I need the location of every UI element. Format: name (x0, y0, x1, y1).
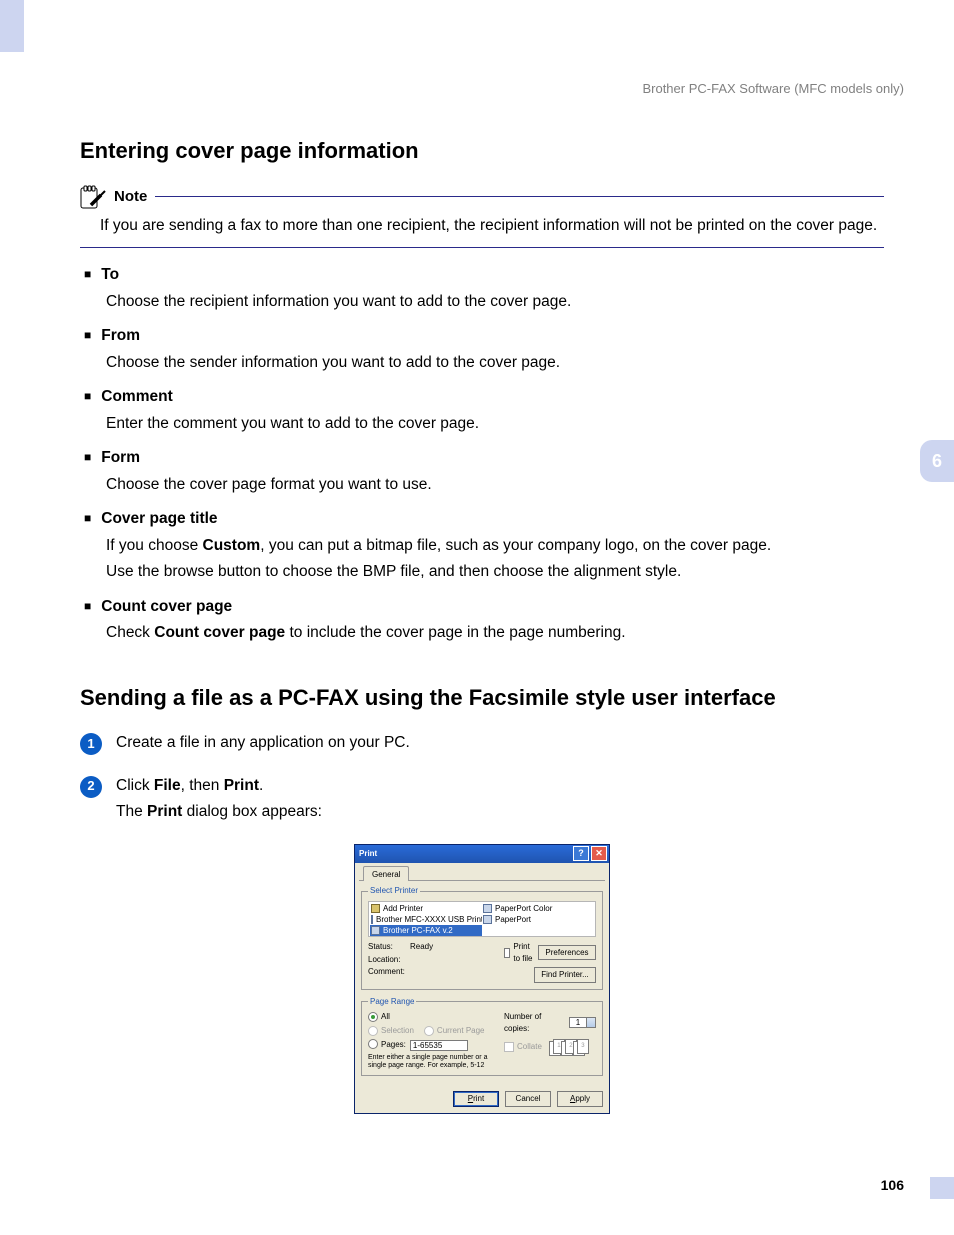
page-content: Entering cover page information Note If … (80, 0, 884, 1114)
find-printer-button[interactable]: Find Printer... (534, 967, 596, 983)
printer-brother-pcfax[interactable]: Brother PC-FAX v.2 (370, 925, 482, 936)
apply-button[interactable]: Apply (557, 1091, 603, 1107)
item-form: ■Form Choose the cover page format you w… (84, 447, 884, 508)
print-button-rest: rint (473, 1094, 484, 1103)
page-header: Brother PC-FAX Software (MFC models only… (642, 80, 904, 99)
item-to: ■To Choose the recipient information you… (84, 264, 884, 325)
pages-input[interactable]: 1-65535 (410, 1040, 468, 1051)
print-to-file-checkbox[interactable]: Print to file (504, 941, 534, 964)
dialog-title: Print (359, 848, 377, 860)
radio-current-page: Current Page (424, 1025, 485, 1037)
select-printer-legend: Select Printer (368, 885, 420, 897)
dialog-screenshot: Print ? ✕ General Select Printer Add Pri… (80, 844, 884, 1114)
bullet-icon: ■ (84, 600, 91, 612)
item-comment: ■Comment Enter the comment you want to a… (84, 386, 884, 447)
pages-hint: Enter either a single page number or a s… (368, 1054, 498, 1069)
note-rule-bottom (80, 247, 884, 248)
printer-icon (371, 926, 380, 935)
printer-icon (483, 915, 492, 924)
copies-label: Number of copies: (504, 1011, 566, 1034)
step-marker-1: 1 (80, 733, 102, 755)
print-button[interactable]: Print (453, 1091, 499, 1107)
page-range-legend: Page Range (368, 996, 416, 1008)
step-marker-2: 2 (80, 776, 102, 798)
radio-selection: Selection (368, 1025, 414, 1037)
bullet-icon: ■ (84, 451, 91, 463)
cover-options-list: ■To Choose the recipient information you… (80, 264, 884, 656)
printer-add[interactable]: Add Printer (370, 903, 482, 914)
tab-strip: General (359, 865, 605, 882)
printer-icon (371, 915, 373, 924)
section-title-sending-file: Sending a file as a PC-FAX using the Fac… (80, 682, 884, 714)
item-count-cover-page: ■Count cover page Check Count cover page… (84, 596, 884, 657)
printer-paperport-color[interactable]: PaperPort Color (482, 903, 594, 914)
printer-icon (483, 904, 492, 913)
note-block: Note If you are sending a fax to more th… (80, 185, 884, 248)
close-button[interactable]: ✕ (591, 846, 607, 861)
page-decoration-bottom (930, 1177, 954, 1199)
collate-icon: 1 1 2 2 3 3 (549, 1039, 585, 1055)
radio-pages[interactable]: Pages: (368, 1039, 406, 1051)
tab-general[interactable]: General (363, 866, 409, 882)
page-number: 106 (881, 1175, 904, 1195)
note-rule-top (155, 196, 884, 197)
folder-icon (371, 904, 380, 913)
dialog-footer: Print Cancel Apply (355, 1088, 609, 1113)
radio-all[interactable]: All (368, 1011, 498, 1023)
page-decoration-top (0, 0, 24, 52)
note-body: If you are sending a fax to more than on… (80, 209, 884, 247)
cancel-button[interactable]: Cancel (505, 1091, 551, 1107)
dialog-titlebar: Print ? ✕ (355, 845, 609, 863)
item-cover-page-title: ■Cover page title If you choose Custom, … (84, 508, 884, 595)
printer-list[interactable]: Add Printer PaperPort Color Brother MFC-… (368, 901, 596, 937)
spinner-buttons[interactable] (587, 1017, 596, 1028)
chapter-tab: 6 (920, 440, 954, 482)
steps-list: 1 Create a file in any application on yo… (80, 732, 884, 827)
copies-spinner[interactable]: 1 (569, 1017, 596, 1028)
section-title-cover-info: Entering cover page information (80, 135, 884, 167)
note-label: Note (114, 186, 147, 208)
printer-paperport[interactable]: PaperPort (482, 914, 594, 925)
select-printer-group: Select Printer Add Printer PaperPort Col… (361, 885, 603, 989)
bullet-icon: ■ (84, 329, 91, 341)
printer-status: Status:Ready Location: Comment: (368, 941, 498, 983)
step-1: 1 Create a file in any application on yo… (80, 732, 884, 758)
step-2: 2 Click File, then Print. The Print dial… (80, 775, 884, 828)
print-dialog: Print ? ✕ General Select Printer Add Pri… (354, 844, 610, 1114)
bullet-icon: ■ (84, 268, 91, 280)
help-button[interactable]: ? (573, 846, 589, 861)
document-page: Brother PC-FAX Software (MFC models only… (0, 0, 954, 1235)
printer-brother-mfc[interactable]: Brother MFC-XXXX USB Printer (370, 914, 482, 925)
preferences-button[interactable]: Preferences (538, 945, 596, 961)
item-from: ■From Choose the sender information you … (84, 325, 884, 386)
collate-checkbox: Collate 1 1 2 2 3 3 (504, 1039, 596, 1055)
page-range-group: Page Range All Selection Current Page Pa… (361, 996, 603, 1077)
bullet-icon: ■ (84, 390, 91, 402)
note-icon (80, 185, 106, 209)
bullet-icon: ■ (84, 512, 91, 524)
